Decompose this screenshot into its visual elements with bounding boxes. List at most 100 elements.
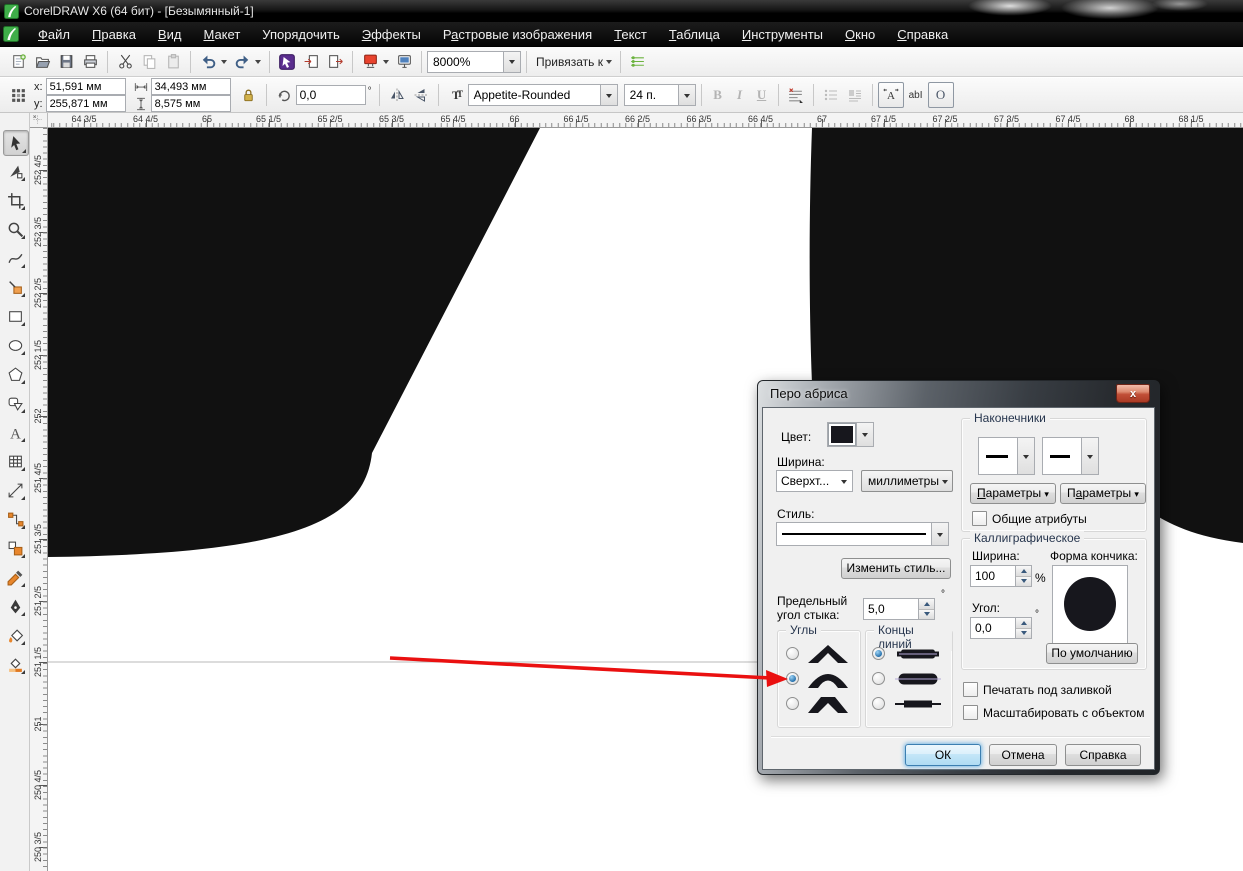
font-size-dropdown-button[interactable] <box>678 85 695 105</box>
color-eyedropper-tool[interactable] <box>3 565 27 589</box>
outline-width-combobox[interactable]: Сверхт... <box>776 470 853 492</box>
launcher-dropdown-arrow[interactable] <box>383 60 389 67</box>
menu-файл[interactable]: Файл <box>27 24 81 45</box>
nib-shape-preview[interactable] <box>1052 565 1128 645</box>
fill-tool[interactable] <box>3 623 27 647</box>
scale-with-object-checkbox-box[interactable] <box>963 705 978 720</box>
snap-to-dropdown-arrow[interactable] <box>606 60 612 67</box>
start-arrowhead-combobox[interactable] <box>978 437 1035 475</box>
object-origin-grid[interactable] <box>6 83 30 107</box>
polygon-tool[interactable] <box>3 362 27 386</box>
undo-button[interactable] <box>196 50 220 74</box>
miter-limit-spinner[interactable]: 5,0 <box>863 598 935 620</box>
connector-tool[interactable] <box>3 507 27 531</box>
snap-to-label[interactable]: Привязать к <box>532 55 605 69</box>
dialog-close-button[interactable]: x <box>1116 384 1150 403</box>
application-launcher-button[interactable] <box>358 50 382 74</box>
shape-tool[interactable] <box>3 159 27 183</box>
cap-round-radio[interactable] <box>872 672 885 685</box>
dimension-tool[interactable] <box>3 478 27 502</box>
zoom-tool[interactable] <box>3 217 27 241</box>
scale-with-object-checkbox[interactable]: Масштабировать с объектом <box>963 705 1144 720</box>
bulleted-list-button[interactable] <box>819 83 843 107</box>
width-units-combobox[interactable]: миллиметры <box>861 470 953 492</box>
stretch-spin-up[interactable] <box>1016 566 1031 577</box>
cap-square-radio[interactable] <box>872 697 885 710</box>
width-dropdown-button[interactable] <box>836 471 852 491</box>
blend-tool[interactable] <box>3 536 27 560</box>
character-formatting-button[interactable]: A <box>878 82 904 108</box>
edit-text-button[interactable]: abI <box>904 83 928 107</box>
start-arrowhead-dropdown[interactable] <box>1017 438 1034 474</box>
paste-button[interactable] <box>161 50 185 74</box>
redo-button[interactable] <box>230 50 254 74</box>
text-alignment-button[interactable] <box>784 83 808 107</box>
share-attributes-checkbox[interactable]: Общие атрибуты <box>972 511 1087 526</box>
cap-butt-radio[interactable] <box>872 647 885 660</box>
corner-miter-radio[interactable] <box>786 647 799 660</box>
menu-растровые-изображения[interactable]: Растровые изображения <box>432 24 603 45</box>
menu-правка[interactable]: Правка <box>81 24 147 45</box>
undo-dropdown-arrow[interactable] <box>221 60 227 67</box>
outline-options-button[interactable]: O <box>928 82 954 108</box>
edit-style-button[interactable]: Изменить стиль... <box>841 558 951 579</box>
object-height-field[interactable]: 8,575 мм <box>151 95 231 112</box>
ruler-origin-corner[interactable] <box>30 113 48 128</box>
menu-текст[interactable]: Текст <box>603 24 658 45</box>
stretch-spin-down[interactable] <box>1016 577 1031 587</box>
outline-pen-tool[interactable] <box>3 594 27 618</box>
export-button[interactable] <box>323 50 347 74</box>
default-button[interactable]: По умолчанию <box>1046 643 1138 664</box>
nib-angle-spinner[interactable]: 0,0 <box>970 617 1032 639</box>
angle-spin-up[interactable] <box>1016 618 1031 629</box>
table-tool[interactable] <box>3 449 27 473</box>
underline-button[interactable]: U <box>751 87 773 103</box>
menu-инструменты[interactable]: Инструменты <box>731 24 834 45</box>
options-button[interactable] <box>626 50 650 74</box>
crop-tool[interactable] <box>3 188 27 212</box>
horizontal-ruler[interactable]: 64 3/564 4/56565 1/565 2/565 3/565 4/566… <box>48 113 1243 128</box>
mirror-vertical-button[interactable] <box>409 83 433 107</box>
copy-button[interactable] <box>137 50 161 74</box>
color-dropdown-button[interactable] <box>856 423 873 446</box>
freehand-tool[interactable] <box>3 246 27 270</box>
end-arrowhead-dropdown[interactable] <box>1081 438 1098 474</box>
search-content-button[interactable] <box>275 50 299 74</box>
cancel-button[interactable]: Отмена <box>989 744 1057 766</box>
share-attributes-checkbox-box[interactable] <box>972 511 987 526</box>
mirror-horizontal-button[interactable] <box>385 83 409 107</box>
x-position-field[interactable]: 51,591 мм <box>46 78 126 95</box>
menu-справка[interactable]: Справка <box>886 24 959 45</box>
open-button[interactable] <box>30 50 54 74</box>
rectangle-tool[interactable] <box>3 304 27 328</box>
object-width-field[interactable]: 34,493 мм <box>151 78 231 95</box>
y-position-field[interactable]: 255,871 мм <box>46 95 126 112</box>
font-dropdown-button[interactable] <box>600 85 617 105</box>
end-arrowhead-combobox[interactable] <box>1042 437 1099 475</box>
menu-эффекты[interactable]: Эффекты <box>351 24 432 45</box>
rotation-angle-field[interactable]: 0,0 <box>296 85 366 105</box>
import-button[interactable] <box>299 50 323 74</box>
cut-button[interactable] <box>113 50 137 74</box>
print-under-fill-checkbox[interactable]: Печатать под заливкой <box>963 682 1112 697</box>
lock-ratio-icon[interactable] <box>237 83 261 107</box>
corner-round-radio[interactable] <box>786 672 799 685</box>
welcome-screen-button[interactable] <box>392 50 416 74</box>
drop-cap-button[interactable] <box>843 83 867 107</box>
end-arrow-options-button[interactable]: Параметры ▾ <box>1060 483 1146 504</box>
smart-fill-tool[interactable] <box>3 275 27 299</box>
save-button[interactable] <box>54 50 78 74</box>
new-document-button[interactable] <box>6 50 30 74</box>
basic-shapes-tool[interactable] <box>3 391 27 415</box>
font-size-combobox[interactable]: 24 п. <box>624 84 696 106</box>
zoom-dropdown-button[interactable] <box>503 52 520 72</box>
text-tool[interactable]: A <box>3 420 27 444</box>
bold-button[interactable]: B <box>707 87 729 103</box>
menu-упорядочить[interactable]: Упорядочить <box>251 24 350 45</box>
menu-вид[interactable]: Вид <box>147 24 193 45</box>
units-dropdown-button[interactable] <box>939 471 952 491</box>
title-bar[interactable]: CorelDRAW X6 (64 бит) - [Безымянный-1] <box>0 0 1243 22</box>
pick-tool[interactable] <box>3 130 29 156</box>
menu-таблица[interactable]: Таблица <box>658 24 731 45</box>
miter-spin-down[interactable] <box>919 610 934 620</box>
